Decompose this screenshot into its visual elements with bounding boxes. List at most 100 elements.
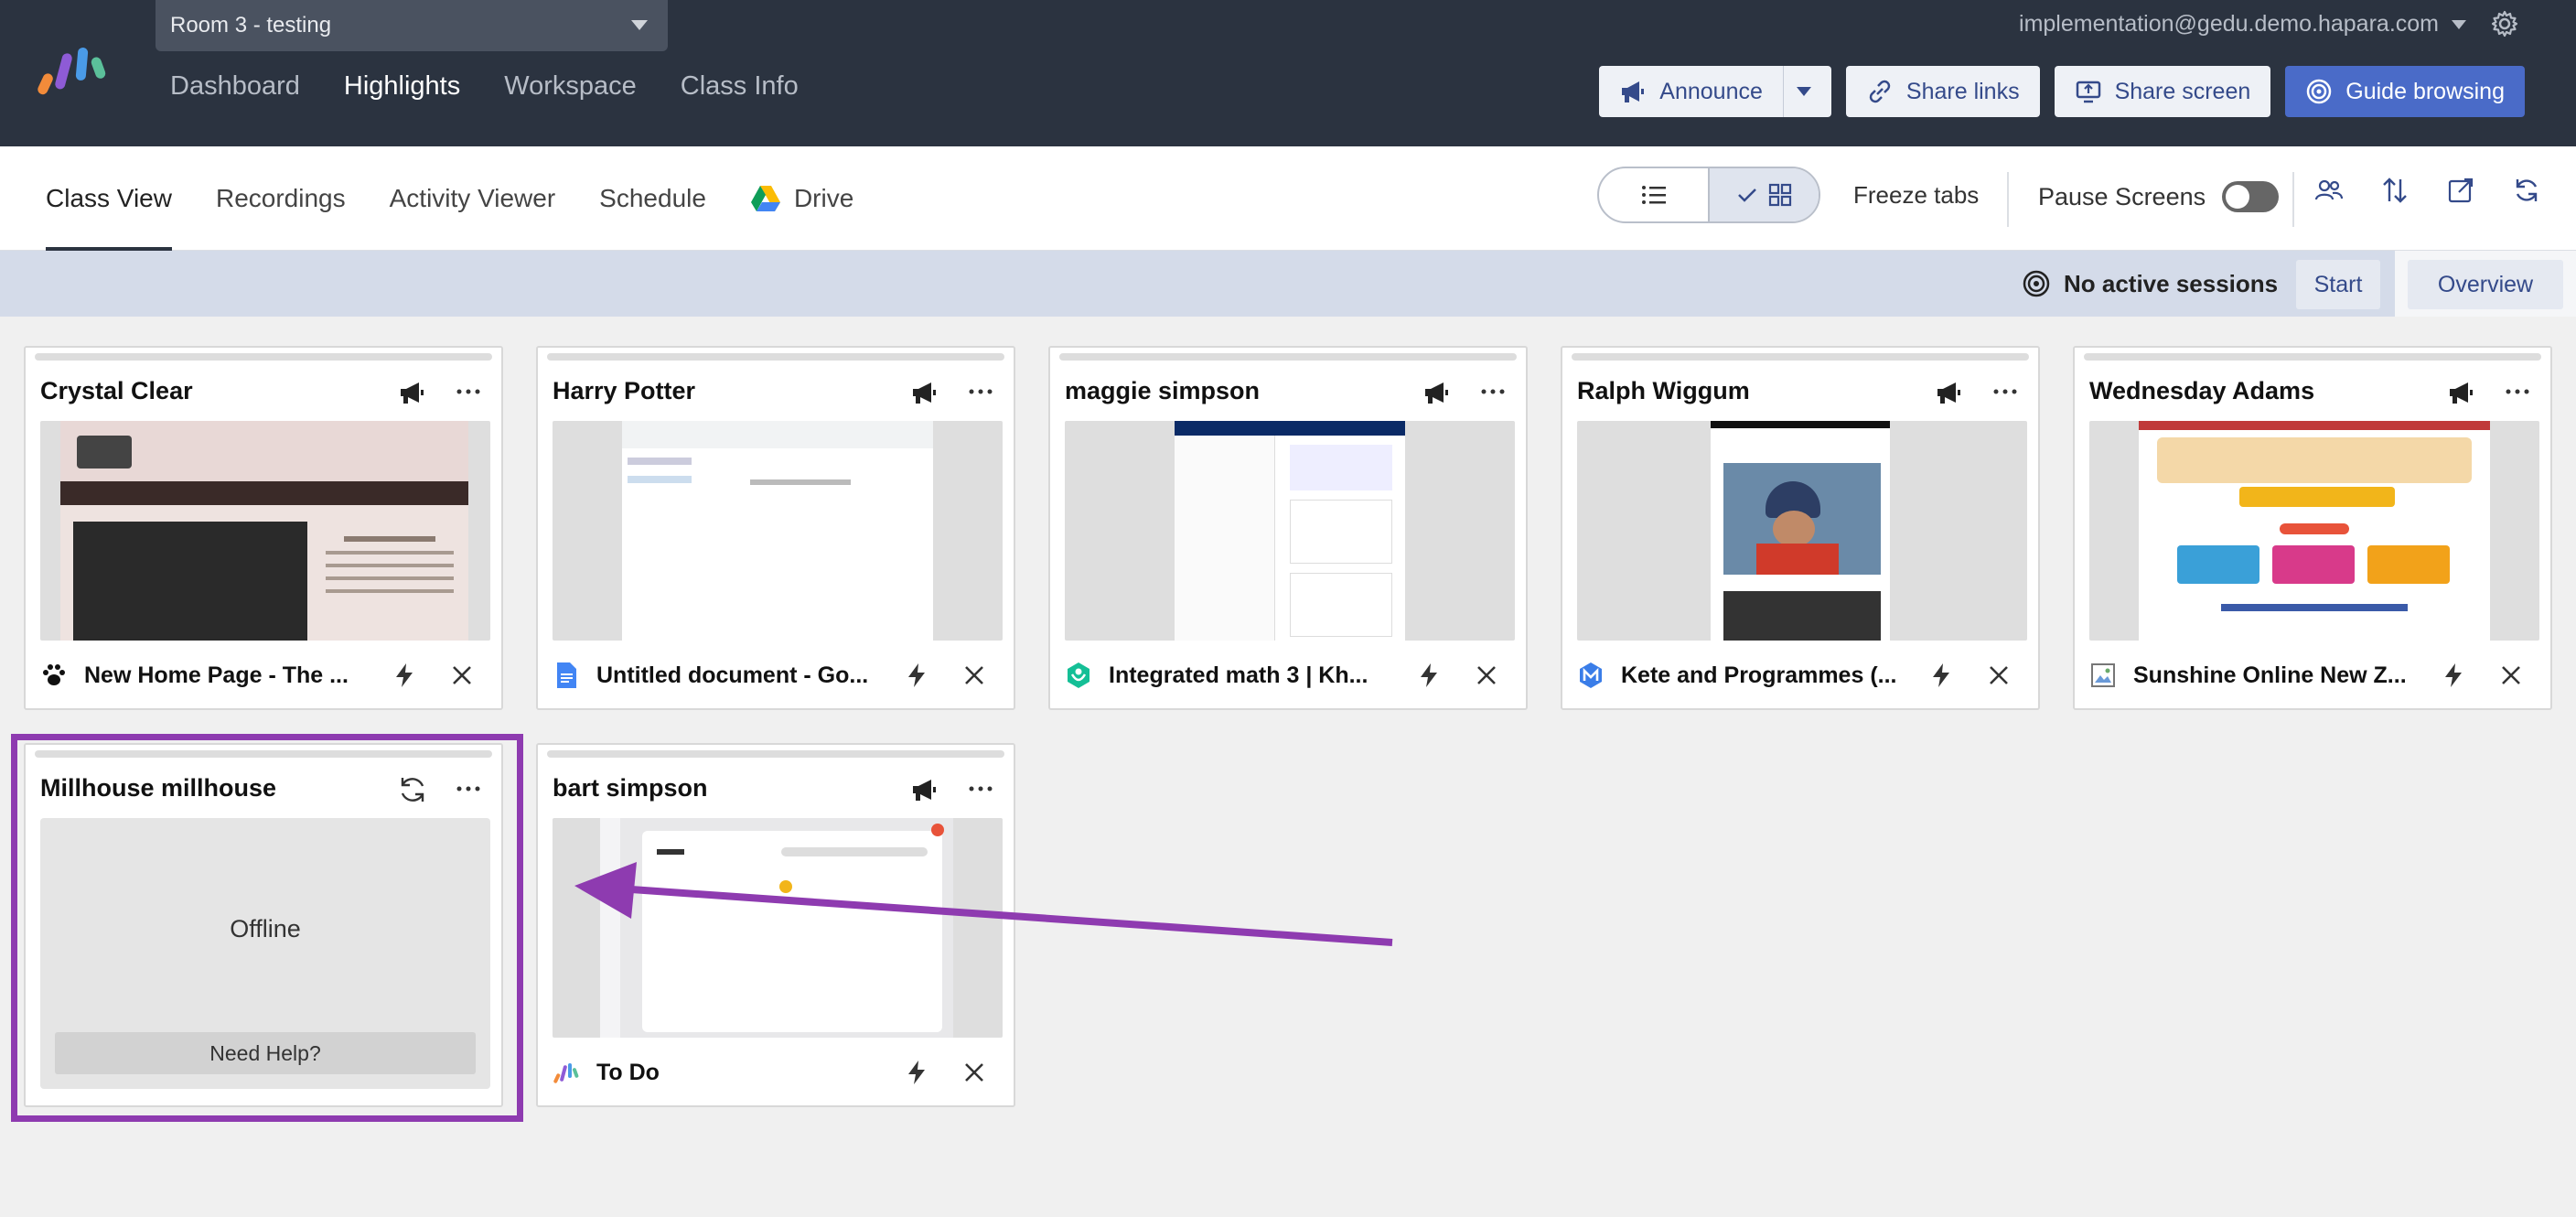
- sunshine-header: [2139, 421, 2490, 430]
- screen-thumbnail[interactable]: [553, 421, 1003, 641]
- lightning-icon[interactable]: [1418, 662, 1440, 688]
- top-actions: Announce Share links Share screen Guide …: [1599, 66, 2525, 117]
- pause-screens-toggle[interactable]: [2222, 181, 2280, 212]
- lightning-icon[interactable]: [2442, 662, 2464, 688]
- megaphone-icon[interactable]: [909, 377, 940, 408]
- split-divider: [1782, 66, 1784, 117]
- announce-label: Announce: [1659, 78, 1763, 104]
- student-card[interactable]: Harry Potter Untitled document - Go...: [536, 346, 1015, 710]
- hapara-logo-icon[interactable]: [37, 44, 115, 99]
- docs-outline: [628, 458, 692, 465]
- lightning-icon[interactable]: [906, 662, 928, 688]
- decodable-library-tile: [2177, 545, 2259, 584]
- tab-recordings[interactable]: Recordings: [216, 146, 346, 251]
- chevron-down-icon: [2452, 19, 2466, 29]
- megaphone-icon[interactable]: [2446, 377, 2477, 408]
- tab-drive[interactable]: Drive: [750, 146, 853, 251]
- share-links-button[interactable]: Share links: [1845, 66, 2040, 117]
- more-options-icon[interactable]: [1478, 377, 1508, 406]
- screen-thumbnail[interactable]: [2089, 421, 2539, 641]
- screen-thumbnail[interactable]: [40, 421, 490, 641]
- sunshine-screenshot: [2139, 421, 2490, 641]
- todo-screenshot: [600, 818, 953, 1038]
- account-menu[interactable]: implementation@gedu.demo.hapara.com: [2019, 11, 2466, 38]
- close-icon[interactable]: [962, 1061, 986, 1084]
- screen-thumbnail[interactable]: [553, 818, 1003, 1038]
- open-external-icon[interactable]: [2446, 176, 2475, 205]
- lightning-icon[interactable]: [906, 1060, 928, 1085]
- list-view-button[interactable]: [1599, 168, 1708, 221]
- tab-title: Kete and Programmes (...: [1621, 662, 1897, 688]
- nav-highlights[interactable]: Highlights: [344, 71, 460, 102]
- target-icon: [2023, 270, 2050, 297]
- megaphone-icon[interactable]: [397, 377, 428, 408]
- sunshine-banner: [2157, 437, 2472, 483]
- target-icon: [2307, 79, 2332, 104]
- sort-icon[interactable]: [2380, 176, 2410, 205]
- close-icon[interactable]: [962, 663, 986, 687]
- levelled-library-tile: [2367, 545, 2450, 584]
- active-tab[interactable]: Sunshine Online New Z...: [2089, 657, 2536, 694]
- student-card[interactable]: Crystal Clear New Home Page - The ...: [24, 346, 503, 710]
- divider: [2292, 172, 2294, 227]
- photo-shirt: [1756, 544, 1839, 575]
- megaphone-icon[interactable]: [909, 774, 940, 805]
- active-tab[interactable]: New Home Page - The ...: [40, 657, 487, 694]
- start-session-button[interactable]: Start: [2296, 260, 2380, 309]
- docs-toolbar: [622, 421, 933, 448]
- more-options-icon[interactable]: [966, 377, 995, 406]
- refresh-icon[interactable]: [2512, 176, 2541, 205]
- student-card[interactable]: maggie simpson Integrated math 3 | Kh...: [1048, 346, 1528, 710]
- gear-icon[interactable]: [2490, 9, 2519, 38]
- lightning-icon[interactable]: [393, 662, 415, 688]
- nav-dashboard[interactable]: Dashboard: [170, 71, 300, 102]
- card-top-line: [1059, 353, 1517, 361]
- student-card[interactable]: Wednesday Adams Sunshine Online New Z...: [2073, 346, 2552, 710]
- nav-workspace[interactable]: Workspace: [504, 71, 637, 102]
- tab-class-view[interactable]: Class View: [46, 146, 172, 251]
- tab-activity-viewer[interactable]: Activity Viewer: [390, 146, 556, 251]
- kete-photo: [1723, 463, 1881, 575]
- megaphone-icon[interactable]: [1934, 377, 1965, 408]
- chevron-down-icon[interactable]: [1796, 87, 1811, 96]
- more-options-icon[interactable]: [454, 377, 483, 406]
- tab-label: Class View: [46, 184, 172, 212]
- close-icon[interactable]: [1475, 663, 1498, 687]
- groups-icon[interactable]: [2314, 176, 2344, 205]
- todo-filters: [781, 847, 928, 856]
- student-card[interactable]: bart simpson To Do: [536, 743, 1015, 1107]
- sunshine-heading: [2221, 604, 2408, 611]
- announce-button[interactable]: Announce: [1599, 66, 1831, 117]
- lightning-icon[interactable]: [1930, 662, 1952, 688]
- guide-browsing-button[interactable]: Guide browsing: [2285, 66, 2525, 117]
- tab-schedule[interactable]: Schedule: [599, 146, 706, 251]
- m-logo-icon: [1580, 662, 1602, 688]
- active-tab[interactable]: To Do: [553, 1054, 999, 1091]
- screen-thumbnail[interactable]: [1577, 421, 2027, 641]
- student-name: maggie simpson: [1065, 377, 1261, 404]
- screen-thumbnail[interactable]: [1065, 421, 1515, 641]
- annotation-highlight-box: [11, 734, 523, 1122]
- grid-view-button[interactable]: [1708, 168, 1819, 221]
- student-card[interactable]: Ralph Wiggum Kete and Programmes (...: [1561, 346, 2040, 710]
- overview-button[interactable]: Overview: [2408, 260, 2563, 309]
- share-screen-label: Share screen: [2114, 78, 2251, 104]
- share-screen-button[interactable]: Share screen: [2054, 66, 2271, 117]
- more-options-icon[interactable]: [966, 774, 995, 803]
- active-tab[interactable]: Integrated math 3 | Kh...: [1065, 657, 1511, 694]
- freeze-tabs-button[interactable]: Freeze tabs: [1853, 181, 1979, 210]
- close-icon[interactable]: [450, 663, 474, 687]
- session-status: No active sessions: [2022, 269, 2278, 298]
- more-options-icon[interactable]: [2503, 377, 2532, 406]
- more-options-icon[interactable]: [1991, 377, 2020, 406]
- active-tab[interactable]: Untitled document - Go...: [553, 657, 999, 694]
- room-selector[interactable]: Room 3 - testing: [156, 0, 668, 51]
- sunshine-logo: [2239, 487, 2395, 507]
- active-tab[interactable]: Kete and Programmes (...: [1577, 657, 2023, 694]
- kete-screenshot: [1711, 421, 1890, 641]
- student-name: bart simpson: [553, 774, 708, 802]
- close-icon[interactable]: [1987, 663, 2011, 687]
- megaphone-icon[interactable]: [1422, 377, 1453, 408]
- nav-class-info[interactable]: Class Info: [681, 71, 799, 102]
- close-icon[interactable]: [2499, 663, 2523, 687]
